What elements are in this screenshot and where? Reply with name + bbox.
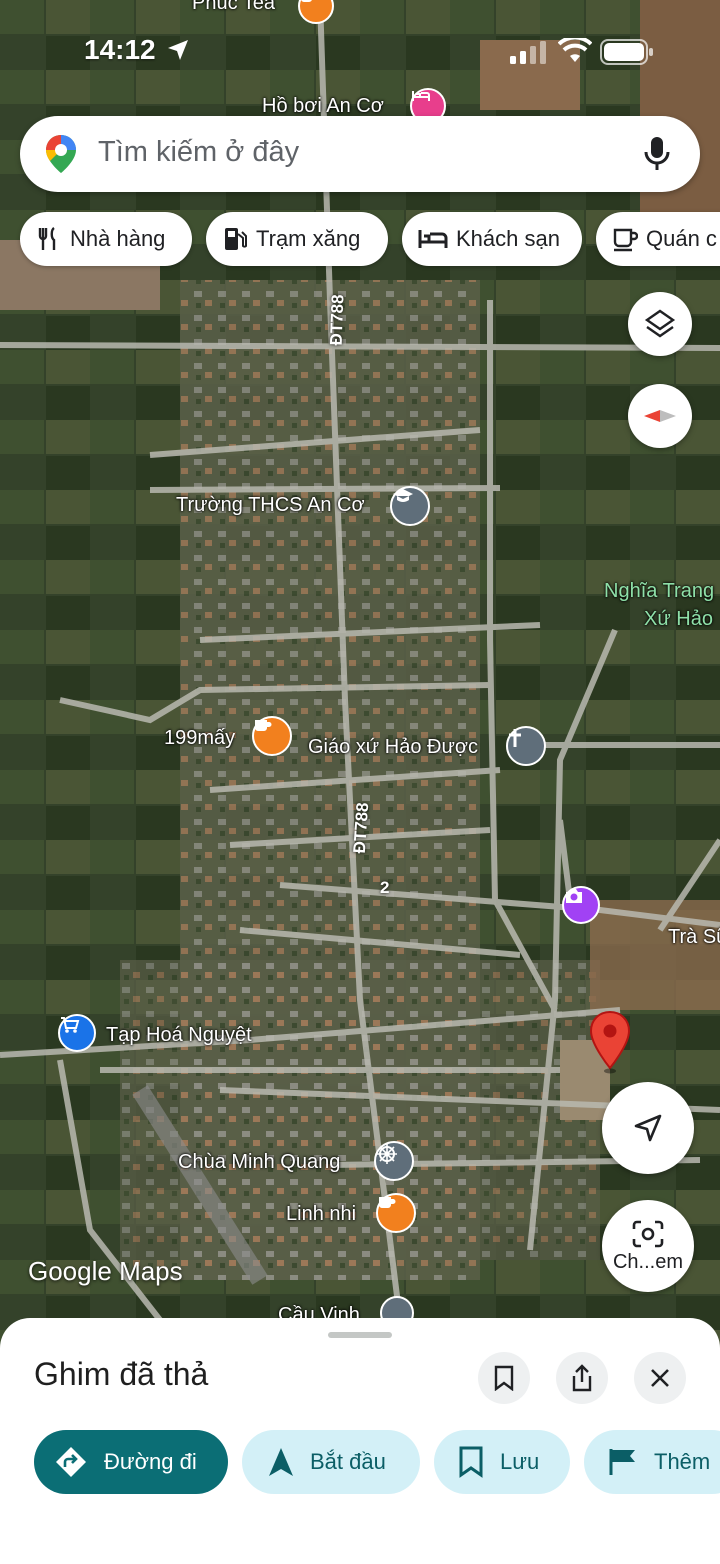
chip-label: Quán c — [646, 226, 717, 251]
chip-label: Nhà hàng — [70, 226, 166, 251]
start-label: Bắt đầu — [310, 1449, 386, 1474]
chip-gas-stations[interactable]: Trạm xăng — [206, 212, 388, 266]
compass-button[interactable] — [628, 384, 692, 448]
bookmark-icon — [494, 1365, 514, 1391]
lens-camera-button[interactable]: Ch...em — [602, 1200, 694, 1292]
status-bar: 14:12 — [0, 0, 720, 104]
chip-hotels[interactable]: Khách sạn — [402, 212, 582, 266]
bed-icon — [418, 230, 448, 248]
bookmark-button[interactable] — [478, 1352, 530, 1404]
sheet-title: Ghim đã thả — [34, 1356, 209, 1392]
chip-label: Trạm xăng — [256, 226, 361, 251]
dropped-pin-icon[interactable] — [588, 1010, 632, 1074]
bookmark-icon — [459, 1446, 483, 1478]
more-label: Thêm — [654, 1449, 711, 1474]
poi-label-church[interactable]: Giáo xứ Hảo Được — [308, 736, 478, 759]
wifi-icon — [558, 38, 592, 62]
my-location-button[interactable] — [602, 1082, 694, 1174]
flag-icon — [609, 1449, 635, 1475]
google-maps-logo: Google Maps — [28, 1256, 183, 1286]
status-time: 14:12 — [84, 34, 156, 65]
close-icon — [651, 1369, 669, 1387]
share-button[interactable] — [556, 1352, 608, 1404]
close-button[interactable] — [634, 1352, 686, 1404]
shopping-cart-icon[interactable] — [58, 1014, 96, 1052]
church-cross-icon[interactable] — [506, 726, 546, 766]
road-label-2: 2 — [380, 878, 390, 897]
save-label: Lưu — [500, 1449, 540, 1474]
cafe-icon[interactable] — [252, 716, 292, 756]
camera-icon[interactable] — [562, 886, 600, 924]
navigation-arrow-icon — [634, 1114, 662, 1142]
poi-label-tra-su[interactable]: Trà Sữ — [668, 926, 720, 949]
save-button[interactable]: Lưu — [434, 1430, 570, 1494]
search-bar[interactable]: Tìm kiếm ở đây — [20, 116, 700, 192]
navigation-start-icon — [269, 1448, 293, 1476]
fork-knife-icon — [38, 227, 56, 250]
microphone-icon[interactable] — [644, 136, 670, 172]
poi-label-199may[interactable]: 199mấy — [164, 727, 235, 750]
directions-button[interactable]: Đường đi — [34, 1430, 228, 1494]
location-arrow-icon — [168, 40, 188, 60]
lens-camera-icon — [632, 1220, 664, 1247]
lens-camera-label: Ch...em — [612, 1250, 684, 1273]
google-maps-pin-icon — [46, 135, 76, 173]
dharma-wheel-icon[interactable] — [374, 1141, 414, 1181]
more-button[interactable]: Thêm — [584, 1430, 720, 1494]
layers-button[interactable] — [628, 292, 692, 356]
poi-label-pagoda[interactable]: Chùa Minh Quang — [178, 1151, 340, 1174]
chip-label: Khách sạn — [456, 226, 560, 251]
chip-restaurants[interactable]: Nhà hàng — [20, 212, 192, 266]
poi-label-linh-nhi[interactable]: Linh nhi — [286, 1203, 356, 1226]
layers-icon — [644, 309, 676, 338]
compass-icon — [644, 410, 676, 422]
chip-coffee[interactable]: Quán c — [596, 212, 720, 266]
road-label-dt788: ĐT788 — [326, 294, 348, 346]
share-icon — [572, 1364, 592, 1392]
directions-icon — [56, 1447, 86, 1477]
bottom-sheet: Ghim đã thả Đường đi Bắt đầu Lưu Thêm — [0, 1318, 720, 1564]
start-button[interactable]: Bắt đầu — [242, 1430, 420, 1494]
poi-label-school[interactable]: Trường THCS An Cơ — [176, 494, 365, 517]
cafe-icon[interactable] — [376, 1193, 416, 1233]
poi-label-grocery[interactable]: Tạp Hoá Nguyệt — [106, 1024, 252, 1047]
poi-label-cemetery-2: Xứ Hảo — [644, 608, 713, 630]
directions-label: Đường đi — [104, 1449, 197, 1474]
graduation-cap-icon[interactable] — [390, 486, 430, 526]
poi-label-cemetery[interactable]: Nghĩa Trang — [604, 580, 714, 603]
gas-station-icon — [225, 228, 247, 250]
sheet-drag-handle[interactable] — [328, 1332, 392, 1338]
road-label-dt788: ĐT788 — [349, 801, 373, 855]
coffee-cup-icon — [613, 228, 638, 252]
battery-icon — [600, 39, 653, 65]
cell-signal-icon — [510, 41, 546, 64]
search-input[interactable]: Tìm kiếm ở đây — [98, 136, 299, 169]
